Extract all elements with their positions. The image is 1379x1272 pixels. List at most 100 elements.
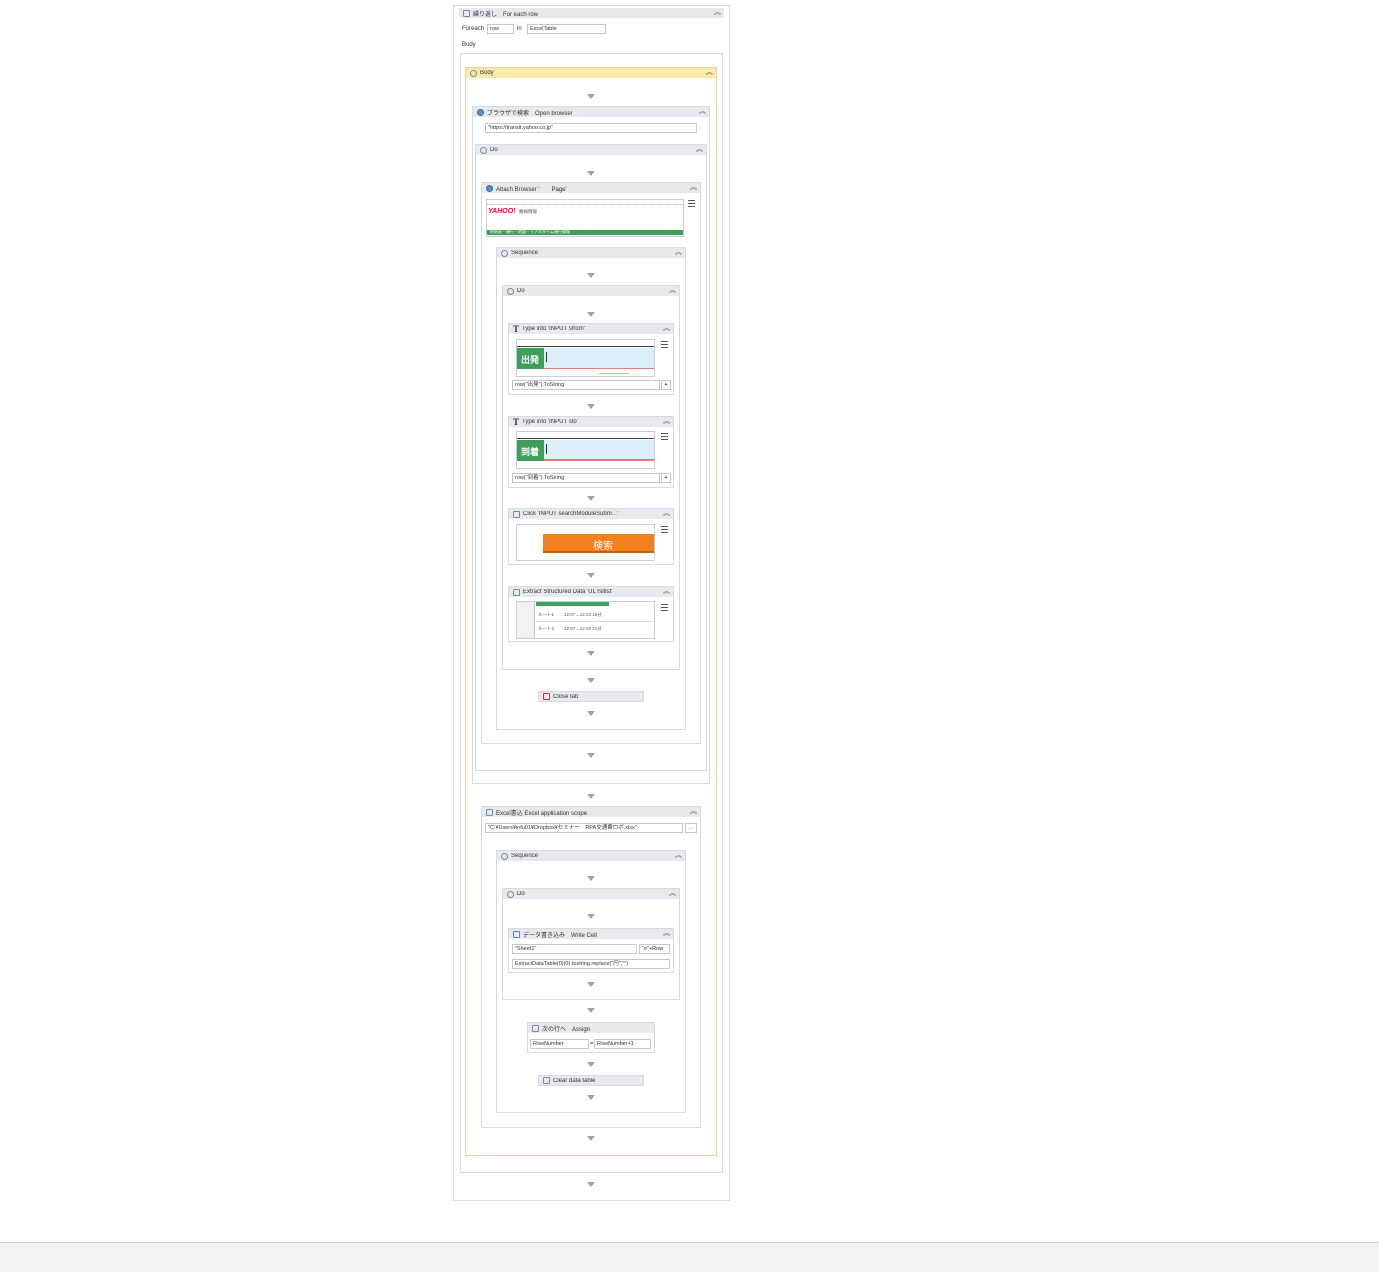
drop-arrow-icon [587, 876, 595, 881]
sheet-name-input[interactable]: "Sheet1" [512, 944, 637, 954]
do-title-3: Do [517, 891, 525, 897]
menu-icon[interactable] [661, 341, 668, 348]
cell-value-input[interactable]: ExtractDataTable(0)(0).tostring.replace(… [512, 959, 670, 969]
do-header-3[interactable]: Do ︽ [503, 889, 679, 899]
preview-tagline: 路線情報 [519, 209, 537, 214]
collapse-icon[interactable]: ︽ [675, 248, 682, 258]
foreach-in-label: in [517, 26, 522, 32]
assign-right-input[interactable]: RowNumber+1 [594, 1039, 651, 1049]
foreach-icon [463, 9, 470, 17]
to-add-button[interactable]: + [661, 473, 671, 483]
extract-data-header[interactable]: Extract Structured Data 'UL rsltlst' ︽ [509, 587, 673, 597]
menu-icon[interactable] [661, 604, 668, 611]
sequence-header-1[interactable]: Sequence ︽ [497, 248, 685, 258]
foreach-collection-input[interactable]: ExcelTable [527, 24, 606, 34]
drop-arrow-icon [587, 753, 595, 758]
foreach-title: 繰り返し For each row [473, 11, 539, 18]
drop-arrow-icon [587, 914, 595, 919]
close-tab-icon [543, 693, 550, 700]
from-field-label: 出発 [521, 355, 540, 365]
table-icon [513, 588, 520, 596]
from-add-button[interactable]: + [661, 380, 671, 390]
sequence-icon [507, 287, 514, 295]
foreach-header[interactable]: 繰り返し For each row ︽ [459, 8, 724, 18]
drop-arrow-icon [587, 1062, 595, 1067]
drop-arrow-icon [587, 711, 595, 716]
click-search-header[interactable]: Click 'INPUT searchModuleSubm...' ︽ [509, 509, 673, 519]
write-cell-header[interactable]: データ書き込み Write Cell ︽ [509, 929, 673, 939]
collapse-icon[interactable]: ︽ [669, 286, 676, 296]
globe-icon [486, 184, 493, 192]
sequence-icon [480, 146, 487, 154]
drop-arrow-icon [587, 678, 595, 683]
sequence-header-2[interactable]: Sequence ︽ [497, 851, 685, 861]
drop-arrow-icon [587, 312, 595, 317]
from-value-input[interactable]: row("出発").ToString [512, 380, 660, 390]
extract-preview: ルート1 12:07→12:23 16分 ルート2 12:07→12:28 21… [516, 601, 655, 639]
menu-icon[interactable] [661, 433, 668, 440]
close-tab-activity[interactable]: Close tab [538, 691, 644, 702]
collapse-icon[interactable]: ︽ [669, 889, 676, 899]
drop-arrow-icon [587, 794, 595, 799]
excel-scope-header[interactable]: Excel書込 Excel application scope ︽ [482, 807, 700, 817]
collapse-icon[interactable]: ︽ [663, 324, 670, 334]
bottom-panel [0, 1242, 1379, 1272]
assign-icon [532, 1024, 539, 1032]
sequence-title-1: Sequence [511, 250, 539, 256]
collapse-icon[interactable]: ︽ [696, 145, 703, 155]
drop-arrow-icon [587, 1136, 595, 1141]
to-value-input[interactable]: row("到着").ToString [512, 473, 660, 483]
excel-scope-title: Excel書込 Excel application scope [496, 810, 588, 817]
excel-path-input[interactable]: "C:¥Users¥info01¥Dropbox¥セミナー RPA交通費ロボ.x… [485, 823, 683, 833]
drop-arrow-icon [587, 1008, 595, 1013]
sequence-icon [470, 69, 477, 77]
type-into-to-header[interactable]: T Type into 'INPUT sto' ︽ [509, 417, 673, 427]
text-icon: T [513, 324, 520, 334]
search-button-label: 検索 [593, 541, 613, 552]
assign-left-input[interactable]: RowNumber [530, 1039, 589, 1049]
collapse-icon[interactable]: ︽ [663, 587, 670, 597]
attach-browser-title: Attach Browser ' Page' [496, 186, 567, 193]
collapse-icon[interactable]: ︽ [690, 183, 697, 193]
collapse-icon[interactable]: ︽ [699, 107, 706, 117]
type-into-from-header[interactable]: T Type into 'INPUT sfrom' ︽ [509, 324, 673, 334]
sequence-icon [507, 890, 514, 898]
drop-arrow-icon [587, 404, 595, 409]
open-browser-title: ブラウザで検索 Open browser [487, 110, 573, 117]
drop-arrow-icon [587, 1182, 595, 1187]
foreach-label: Foreach [462, 26, 485, 32]
type-into-to-title: Type into 'INPUT sto' [522, 419, 578, 425]
assign-operator: = [590, 1041, 594, 1047]
collapse-icon[interactable]: ︽ [675, 851, 682, 861]
cell-address-input[interactable]: "e"+Row [639, 944, 670, 954]
collapse-icon[interactable]: ︽ [663, 509, 670, 519]
collapse-icon[interactable]: ︽ [663, 417, 670, 427]
excel-browse-button[interactable]: ... [685, 823, 697, 833]
assign-header[interactable]: 次の行へ Assign [528, 1023, 654, 1033]
route-2-detail: 12:07→12:28 21分 [564, 626, 602, 631]
open-browser-header[interactable]: ブラウザで検索 Open browser ︽ [473, 107, 709, 117]
collapse-icon[interactable]: ︽ [714, 8, 721, 18]
do-header-2[interactable]: Do ︽ [503, 286, 679, 296]
browser-preview: YAHOO! 路線情報 時刻表・運行・地図・リアルタイム運行情報 [486, 199, 684, 237]
body-header[interactable]: Body ︽ [466, 68, 716, 78]
drop-arrow-icon [587, 573, 595, 578]
url-input[interactable]: "https://transit.yahoo.co.jp" [485, 123, 697, 133]
clear-table-icon [543, 1077, 550, 1084]
click-search-title: Click 'INPUT searchModuleSubm...' [523, 511, 618, 517]
menu-icon[interactable] [661, 526, 668, 533]
type-into-from-title: Type into 'INPUT sfrom' [522, 326, 585, 332]
collapse-icon[interactable]: ︽ [690, 807, 697, 817]
collapse-icon[interactable]: ︽ [706, 68, 713, 78]
attach-browser-header[interactable]: Attach Browser ' Page' ︽ [482, 183, 700, 193]
cursor-icon [513, 510, 520, 518]
menu-icon[interactable] [688, 200, 695, 207]
sequence-title-2: Sequence [511, 853, 539, 859]
foreach-item-input[interactable]: row [487, 24, 514, 34]
collapse-icon[interactable]: ︽ [663, 929, 670, 939]
extract-data-title: Extract Structured Data 'UL rsltlst' [523, 589, 613, 595]
clear-table-activity[interactable]: Clear data table [538, 1075, 644, 1086]
to-field-label: 到着 [521, 447, 540, 457]
route-1-detail: 12:07→12:23 16分 [564, 612, 602, 617]
do-header-1[interactable]: Do ︽ [476, 145, 706, 155]
